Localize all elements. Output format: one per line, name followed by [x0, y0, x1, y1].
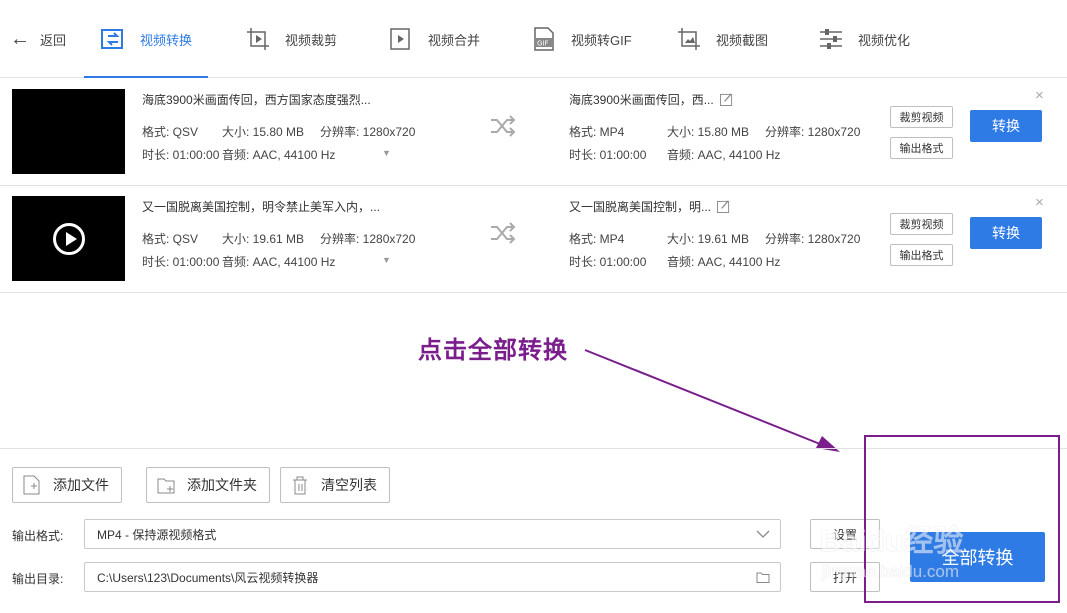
- crop-video-button[interactable]: 裁剪视频: [890, 213, 953, 235]
- add-file-label: 添加文件: [53, 477, 109, 493]
- play-icon[interactable]: [52, 222, 85, 255]
- output-title-text: 又一国脱离美国控制，明...: [569, 200, 712, 214]
- source-size: 大小: 15.80 MB: [222, 125, 305, 139]
- chevron-down-icon: [756, 530, 770, 538]
- output-format-button[interactable]: 输出格式: [890, 137, 953, 159]
- output-title[interactable]: 又一国脱离美国控制，明...: [569, 198, 730, 215]
- crop-video-button[interactable]: 裁剪视频: [890, 106, 953, 128]
- output-resolution: 分辨率: 1280x720: [765, 125, 861, 139]
- output-size: 大小: 15.80 MB: [667, 125, 750, 139]
- tab-label: 视频裁剪: [285, 32, 338, 48]
- output-format-select[interactable]: MP4 - 保持源视频格式: [84, 519, 781, 549]
- sliders-icon: [818, 26, 844, 52]
- source-title: 海底3900米画面传回，西方国家态度强烈...: [142, 93, 371, 107]
- output-resolution: 分辨率: 1280x720: [765, 232, 861, 246]
- video-thumbnail[interactable]: [12, 196, 125, 281]
- add-folder-button[interactable]: 添加文件夹: [146, 467, 270, 503]
- shuffle-icon: [491, 222, 516, 244]
- add-folder-label: 添加文件夹: [187, 477, 257, 493]
- edit-icon[interactable]: [719, 93, 733, 106]
- output-duration: 时长: 01:00:00: [569, 255, 647, 269]
- convert-all-button[interactable]: 全部转换: [910, 532, 1045, 582]
- source-format: 格式: QSV: [142, 232, 199, 246]
- output-dir-input[interactable]: C:\Users\123\Documents\风云视频转换器: [84, 562, 781, 592]
- output-format: 格式: MP4: [569, 125, 625, 139]
- trash-icon: [293, 476, 307, 495]
- back-label: 返回: [40, 32, 67, 48]
- source-format: 格式: QSV: [142, 125, 199, 139]
- source-audio: 音频: AAC, 44100 Hz: [222, 255, 336, 269]
- convert-button[interactable]: 转换: [970, 110, 1042, 142]
- folder-icon: [157, 478, 175, 494]
- output-format-button[interactable]: 输出格式: [890, 244, 953, 266]
- bottom-panel: 添加文件 添加文件夹 清空列表 输出格式: MP4 - 保持源视频格式 设置 输…: [0, 448, 1067, 613]
- convert-button[interactable]: 转换: [970, 217, 1042, 249]
- tab-label: 视频合并: [428, 32, 481, 48]
- tab-video-convert[interactable]: 视频转换: [83, 0, 209, 78]
- edit-icon[interactable]: [717, 200, 730, 213]
- top-toolbar: ← 返回 视频转换 视频裁剪 视频合并 GIF 视频转GIF 视频截图 视频优化: [0, 0, 1067, 78]
- file-row: 又一国脱离美国控制，明令禁止美军入内，... 格式: QSV 大小: 19.61…: [0, 186, 1067, 293]
- source-resolution: 分辨率: 1280x720: [320, 125, 416, 139]
- convert-icon: [100, 26, 126, 52]
- output-size: 大小: 19.61 MB: [667, 232, 750, 246]
- screenshot-icon: [676, 26, 702, 52]
- gif-icon: GIF: [531, 26, 557, 52]
- output-format-label: 输出格式:: [12, 529, 64, 543]
- add-file-icon: [23, 475, 40, 495]
- close-icon[interactable]: ×: [1035, 88, 1044, 103]
- tab-video-merge[interactable]: 视频合并: [388, 0, 480, 78]
- source-duration: 时长: 01:00:00: [142, 148, 220, 162]
- tab-video-screenshot[interactable]: 视频截图: [676, 0, 768, 78]
- source-duration: 时长: 01:00:00: [142, 255, 220, 269]
- output-duration: 时长: 01:00:00: [569, 148, 647, 162]
- tab-video-to-gif[interactable]: GIF 视频转GIF: [531, 0, 632, 78]
- source-size: 大小: 19.61 MB: [222, 232, 305, 246]
- output-dir-value: C:\Users\123\Documents\风云视频转换器: [97, 570, 319, 585]
- output-format-value: MP4 - 保持源视频格式: [97, 527, 217, 542]
- output-title[interactable]: 海底3900米画面传回，西...: [569, 91, 733, 108]
- source-resolution: 分辨率: 1280x720: [320, 232, 416, 246]
- tab-label: 视频截图: [716, 32, 769, 48]
- output-format: 格式: MP4: [569, 232, 625, 246]
- svg-text:GIF: GIF: [537, 40, 549, 48]
- output-title-text: 海底3900米画面传回，西...: [569, 93, 714, 107]
- arrow-left-icon: ←: [10, 28, 30, 50]
- tab-label: 视频转GIF: [571, 32, 632, 48]
- open-button[interactable]: 打开: [810, 562, 880, 592]
- file-row: 海底3900米画面传回，西方国家态度强烈... 格式: QSV 大小: 15.8…: [0, 79, 1067, 186]
- output-audio: 音频: AAC, 44100 Hz: [667, 148, 781, 162]
- source-audio: 音频: AAC, 44100 Hz: [222, 148, 336, 162]
- close-icon[interactable]: ×: [1035, 195, 1044, 210]
- tab-label: 视频优化: [858, 32, 911, 48]
- tab-label: 视频转换: [140, 32, 193, 48]
- tab-video-optimize[interactable]: 视频优化: [818, 0, 910, 78]
- clear-list-label: 清空列表: [321, 477, 377, 493]
- output-dir-label: 输出目录:: [12, 572, 64, 586]
- shuffle-icon: [491, 115, 516, 137]
- crop-icon: [245, 26, 271, 52]
- chevron-down-icon[interactable]: ▼: [382, 148, 391, 158]
- annotation-text: 点击全部转换: [418, 337, 568, 364]
- merge-icon: [388, 26, 414, 52]
- back-button[interactable]: ← 返回: [10, 0, 66, 78]
- tab-video-crop[interactable]: 视频裁剪: [245, 0, 337, 78]
- open-label: 打开: [832, 570, 857, 585]
- output-audio: 音频: AAC, 44100 Hz: [667, 255, 781, 269]
- settings-label: 设置: [832, 527, 857, 542]
- source-title: 又一国脱离美国控制，明令禁止美军入内，...: [142, 200, 381, 214]
- chevron-down-icon[interactable]: ▼: [382, 255, 391, 265]
- folder-icon[interactable]: [756, 570, 770, 584]
- video-thumbnail[interactable]: [12, 89, 125, 174]
- clear-list-button[interactable]: 清空列表: [280, 467, 390, 503]
- settings-button[interactable]: 设置: [810, 519, 880, 549]
- add-file-button[interactable]: 添加文件: [12, 467, 122, 503]
